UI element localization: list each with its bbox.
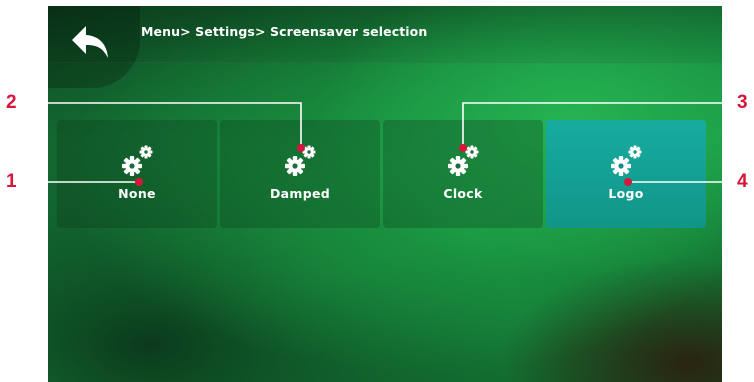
callout-dot-3 — [459, 144, 467, 152]
callout-number-4: 4 — [737, 171, 748, 192]
callout-number-1: 1 — [6, 171, 17, 192]
callout-number-3: 3 — [737, 92, 748, 113]
callout-dot-2 — [297, 144, 305, 152]
callout-number-2: 2 — [6, 92, 17, 113]
callout-dot-4 — [624, 178, 632, 186]
page: Menu> Settings> Screensaver selection No… — [0, 0, 754, 382]
callout-dot-1 — [135, 178, 143, 186]
callout-lines — [26, 102, 728, 186]
